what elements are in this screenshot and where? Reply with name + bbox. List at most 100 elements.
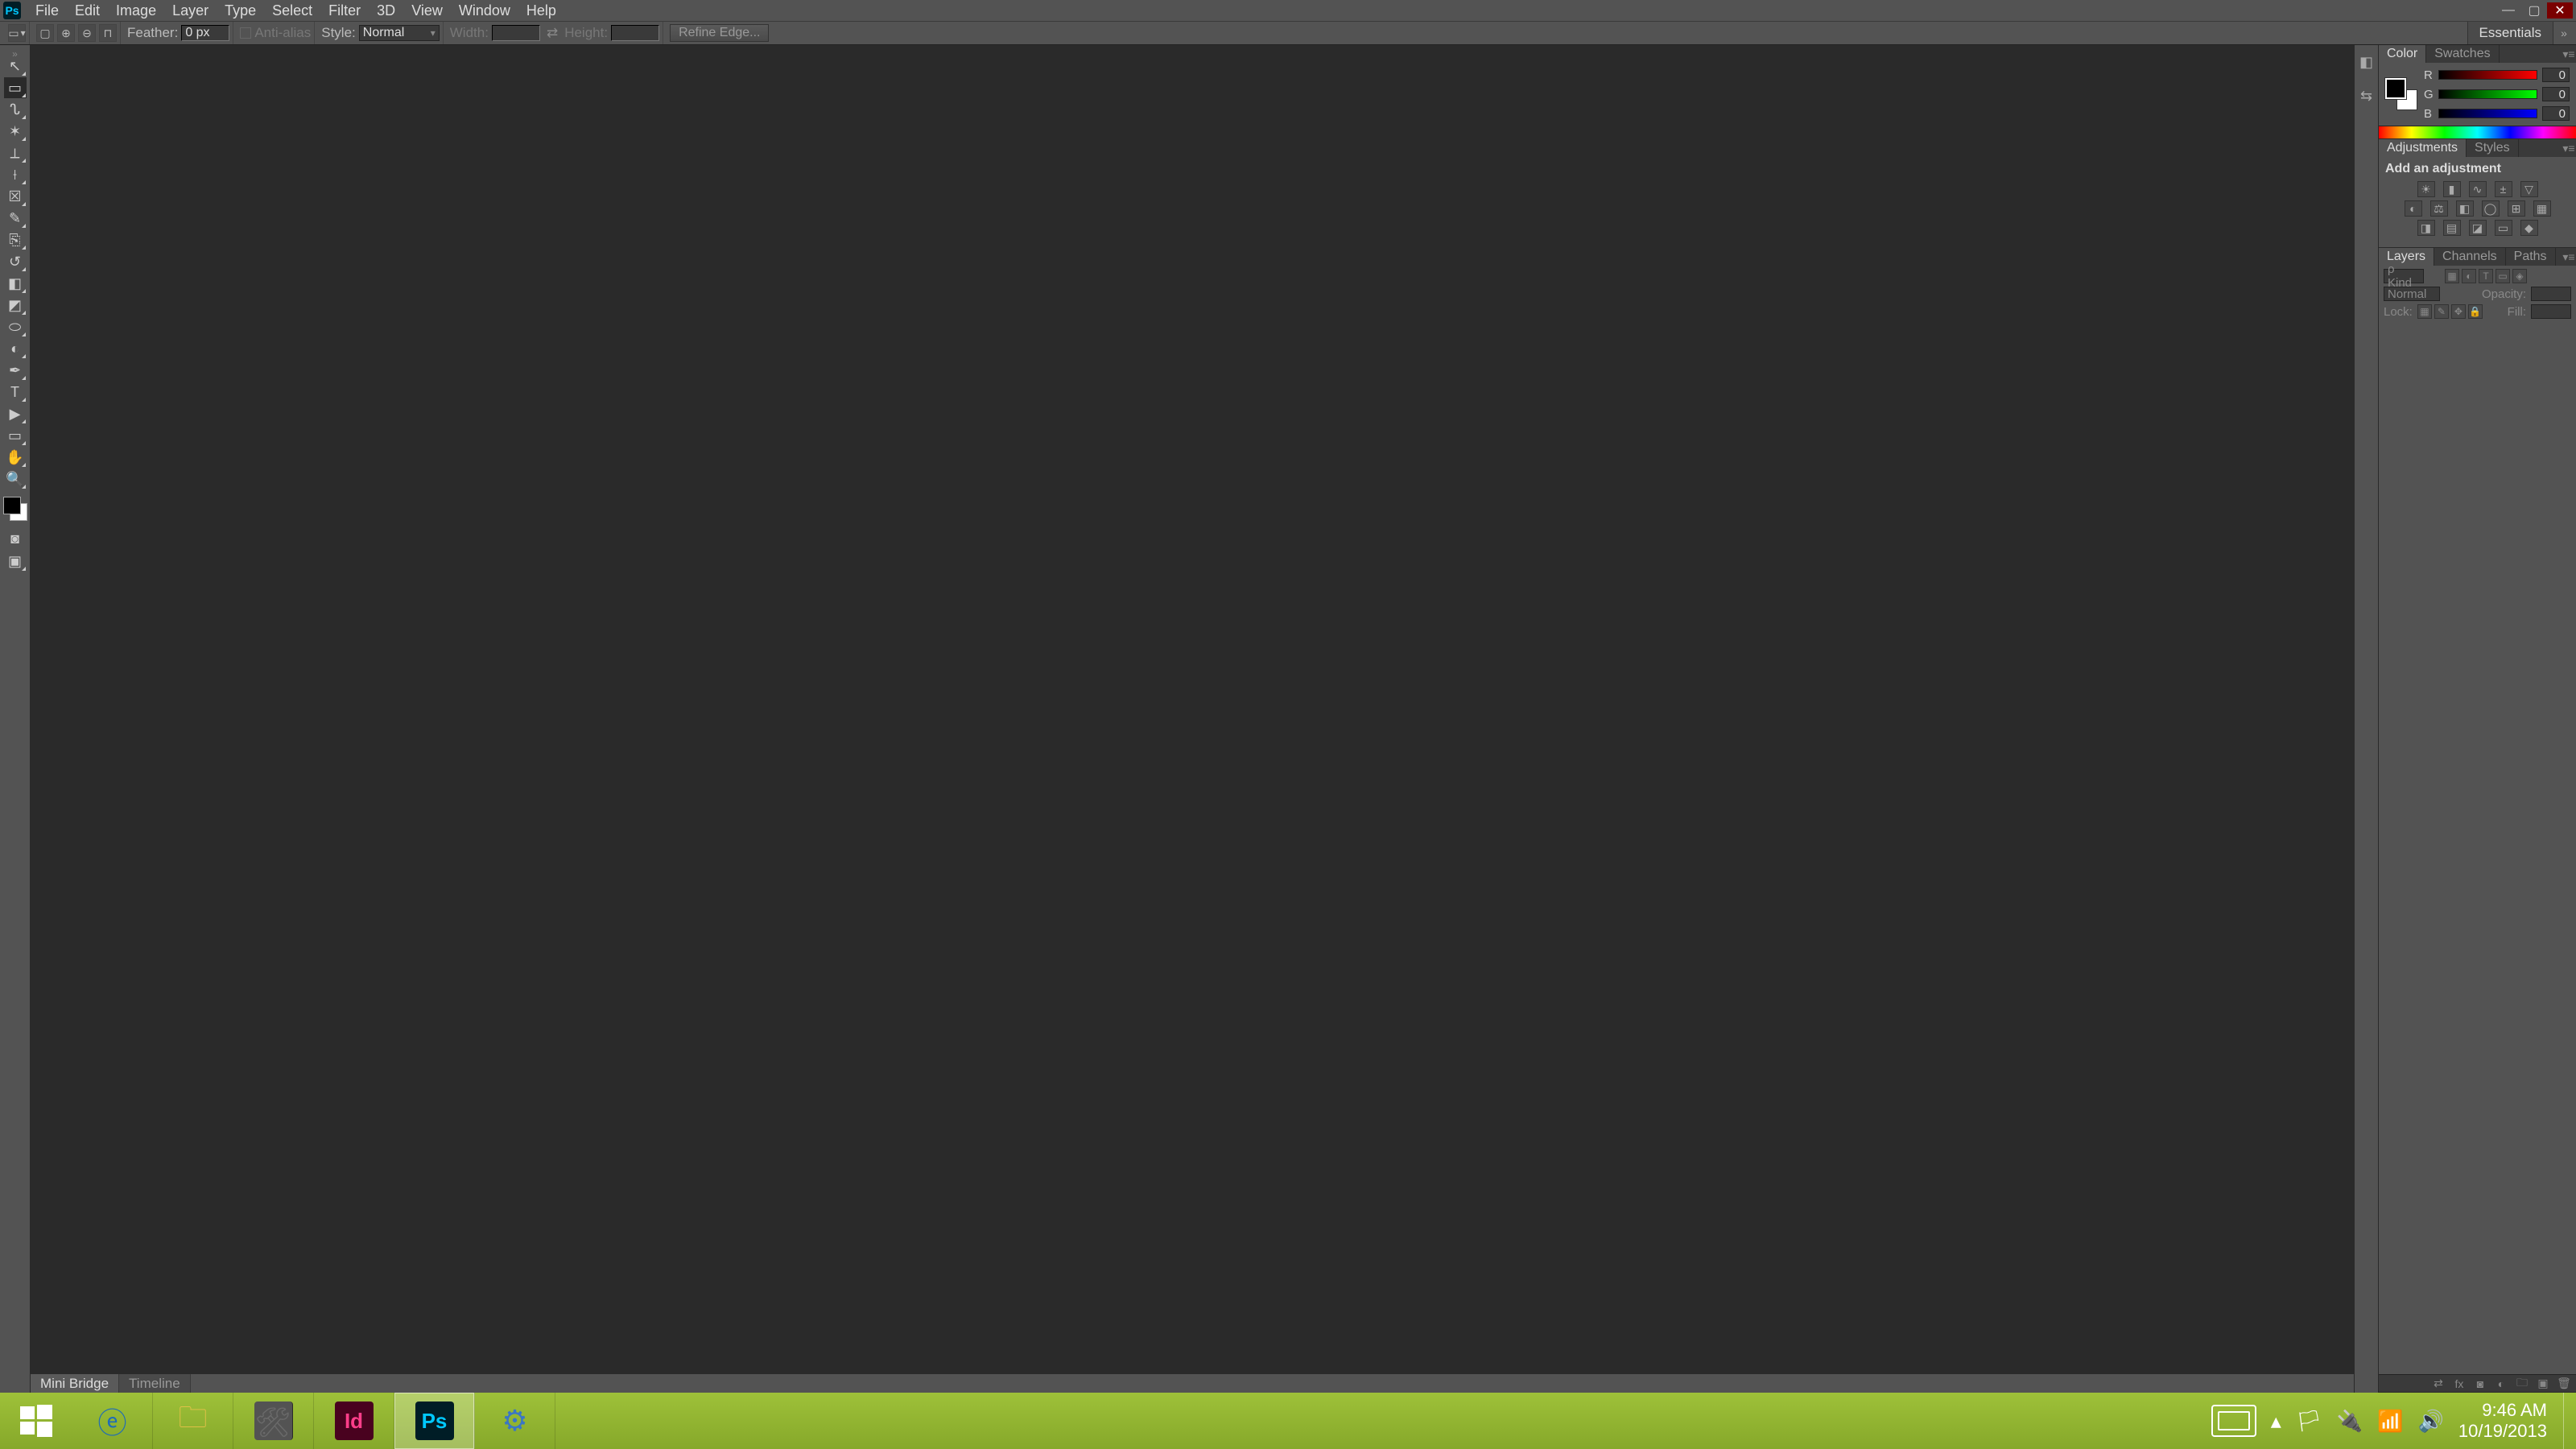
adj-balance-icon[interactable]: ⚖ bbox=[2430, 200, 2448, 217]
lock-position-icon[interactable]: ✥ bbox=[2451, 304, 2466, 319]
adj-brightness-icon[interactable]: ☀ bbox=[2417, 181, 2435, 197]
selection-add-icon[interactable]: ⊕ bbox=[57, 24, 75, 42]
link-layers-icon[interactable]: ⇄ bbox=[2431, 1377, 2446, 1390]
zoom-tool[interactable]: 🔍 bbox=[4, 469, 27, 489]
b-value[interactable]: 0 bbox=[2542, 106, 2570, 121]
new-fill-adjust-icon[interactable]: ◐ bbox=[2494, 1377, 2508, 1390]
quick-mask-tool[interactable]: ◙ bbox=[4, 528, 27, 549]
path-select-tool[interactable]: ▶ bbox=[4, 403, 27, 424]
g-slider[interactable] bbox=[2438, 89, 2537, 99]
tab-timeline[interactable]: Timeline bbox=[119, 1374, 191, 1393]
history-brush-tool[interactable]: ↺ bbox=[4, 251, 27, 272]
adj-invert-icon[interactable]: ◨ bbox=[2417, 220, 2435, 236]
properties-panel-icon[interactable]: ⇆ bbox=[2358, 87, 2376, 105]
adj-threshold-icon[interactable]: ◪ bbox=[2469, 220, 2487, 236]
tray-overflow-icon[interactable]: ▴ bbox=[2271, 1409, 2281, 1434]
foreground-background-swatch[interactable] bbox=[2, 495, 29, 522]
start-button[interactable] bbox=[0, 1393, 72, 1449]
menu-edit[interactable]: Edit bbox=[67, 0, 108, 21]
adj-bw-icon[interactable]: ◧ bbox=[2456, 200, 2474, 217]
adj-photo-filter-icon[interactable]: ◯ bbox=[2482, 200, 2500, 217]
show-desktop-button[interactable] bbox=[2563, 1393, 2576, 1449]
menu-view[interactable]: View bbox=[403, 0, 451, 21]
eraser-tool[interactable]: ◧ bbox=[4, 273, 27, 294]
adj-mixer-icon[interactable]: ⊞ bbox=[2508, 200, 2525, 217]
gradient-tool[interactable]: ◩ bbox=[4, 295, 27, 316]
feather-input[interactable] bbox=[181, 25, 229, 41]
adj-lookup-icon[interactable]: ▦ bbox=[2533, 200, 2551, 217]
menu-select[interactable]: Select bbox=[264, 0, 320, 21]
menu-3d[interactable]: 3D bbox=[369, 0, 403, 21]
fill-input[interactable] bbox=[2531, 304, 2571, 319]
selection-subtract-icon[interactable]: ⊖ bbox=[78, 24, 96, 42]
tools-collapse-icon[interactable]: » bbox=[0, 48, 30, 55]
workspace-switcher[interactable]: Essentials bbox=[2467, 22, 2553, 44]
crop-tool[interactable]: ⟂ bbox=[4, 142, 27, 163]
tab-color[interactable]: Color bbox=[2379, 45, 2426, 63]
move-tool[interactable]: ↖ bbox=[4, 56, 27, 76]
style-select[interactable]: Normal bbox=[359, 25, 440, 41]
g-value[interactable]: 0 bbox=[2542, 87, 2570, 101]
color-spectrum[interactable] bbox=[2379, 126, 2576, 138]
taskbar-clock[interactable]: 9:46 AM 10/19/2013 bbox=[2458, 1400, 2553, 1443]
maximize-button[interactable]: ▢ bbox=[2521, 2, 2547, 19]
eyedropper-tool[interactable]: ⟊ bbox=[4, 164, 27, 185]
brush-tool[interactable]: ✎ bbox=[4, 208, 27, 229]
color-panel-menu-icon[interactable]: ▾≡ bbox=[2562, 45, 2576, 63]
volume-icon[interactable]: 🔊 bbox=[2418, 1409, 2444, 1434]
filter-shape-icon[interactable]: ▭ bbox=[2496, 269, 2510, 283]
taskbar-ie[interactable]: ⓔ bbox=[72, 1393, 153, 1449]
quick-select-tool[interactable]: ✶ bbox=[4, 121, 27, 142]
tab-channels[interactable]: Channels bbox=[2434, 248, 2506, 266]
tab-styles[interactable]: Styles bbox=[2467, 139, 2519, 157]
filter-smart-icon[interactable]: ◈ bbox=[2512, 269, 2527, 283]
r-value[interactable]: 0 bbox=[2542, 68, 2570, 82]
pen-tool[interactable]: ✒ bbox=[4, 360, 27, 381]
menu-image[interactable]: Image bbox=[108, 0, 164, 21]
filter-type-icon[interactable]: T bbox=[2479, 269, 2493, 283]
selection-new-icon[interactable]: ▢ bbox=[36, 24, 54, 42]
refine-edge-button[interactable]: Refine Edge... bbox=[670, 24, 769, 42]
adj-vibrance-icon[interactable]: ▽ bbox=[2520, 181, 2538, 197]
filter-adjust-icon[interactable]: ◐ bbox=[2462, 269, 2476, 283]
adj-levels-icon[interactable]: ▮ bbox=[2443, 181, 2461, 197]
menu-file[interactable]: File bbox=[27, 0, 67, 21]
action-center-icon[interactable]: 🏳 bbox=[2296, 1409, 2322, 1434]
lasso-tool[interactable]: ᔐ bbox=[4, 99, 27, 120]
menu-type[interactable]: Type bbox=[217, 0, 264, 21]
menu-filter[interactable]: Filter bbox=[320, 0, 369, 21]
osk-button[interactable] bbox=[2211, 1405, 2256, 1437]
tab-adjustments[interactable]: Adjustments bbox=[2379, 139, 2467, 157]
blend-mode-select[interactable]: Normal bbox=[2384, 287, 2440, 301]
dodge-tool[interactable]: ◐ bbox=[4, 338, 27, 359]
color-panel-swatch[interactable] bbox=[2385, 78, 2417, 110]
layer-mask-icon[interactable]: ◙ bbox=[2473, 1377, 2487, 1390]
adj-exposure-icon[interactable]: ± bbox=[2495, 181, 2512, 197]
opacity-input[interactable] bbox=[2531, 287, 2571, 301]
layers-panel-menu-icon[interactable]: ▾≡ bbox=[2562, 248, 2576, 266]
new-layer-icon[interactable]: ▣ bbox=[2536, 1377, 2550, 1390]
taskbar-control-panel[interactable]: ⚙ bbox=[475, 1393, 555, 1449]
network-icon[interactable]: 📶 bbox=[2377, 1409, 2403, 1434]
tab-paths[interactable]: Paths bbox=[2506, 248, 2556, 266]
taskbar-tools[interactable]: 🛠 bbox=[233, 1393, 314, 1449]
menu-window[interactable]: Window bbox=[451, 0, 518, 21]
swap-dimensions-icon[interactable]: ⇄ bbox=[543, 25, 561, 41]
clone-stamp-tool[interactable]: ⎘ bbox=[4, 229, 27, 250]
taskbar-indesign[interactable]: Id bbox=[314, 1393, 394, 1449]
adj-posterize-icon[interactable]: ▤ bbox=[2443, 220, 2461, 236]
selection-intersect-icon[interactable]: ⊓ bbox=[99, 24, 117, 42]
marquee-tool[interactable]: ▭ bbox=[4, 77, 27, 98]
tool-preset-picker[interactable]: ▭ bbox=[8, 24, 26, 42]
menu-layer[interactable]: Layer bbox=[164, 0, 217, 21]
canvas-area[interactable] bbox=[31, 45, 2354, 1373]
minimize-button[interactable]: — bbox=[2496, 2, 2521, 19]
taskbar-photoshop[interactable]: Ps bbox=[394, 1393, 475, 1449]
layer-filter-kind[interactable]: ρ Kind bbox=[2384, 269, 2424, 283]
tab-mini-bridge[interactable]: Mini Bridge bbox=[31, 1374, 119, 1393]
lock-image-icon[interactable]: ✎ bbox=[2434, 304, 2449, 319]
screen-mode-tool[interactable]: ▣ bbox=[4, 551, 27, 572]
history-panel-icon[interactable]: ◧ bbox=[2358, 53, 2376, 71]
shape-tool[interactable]: ▭ bbox=[4, 425, 27, 446]
power-icon[interactable]: 🔌 bbox=[2337, 1409, 2363, 1434]
